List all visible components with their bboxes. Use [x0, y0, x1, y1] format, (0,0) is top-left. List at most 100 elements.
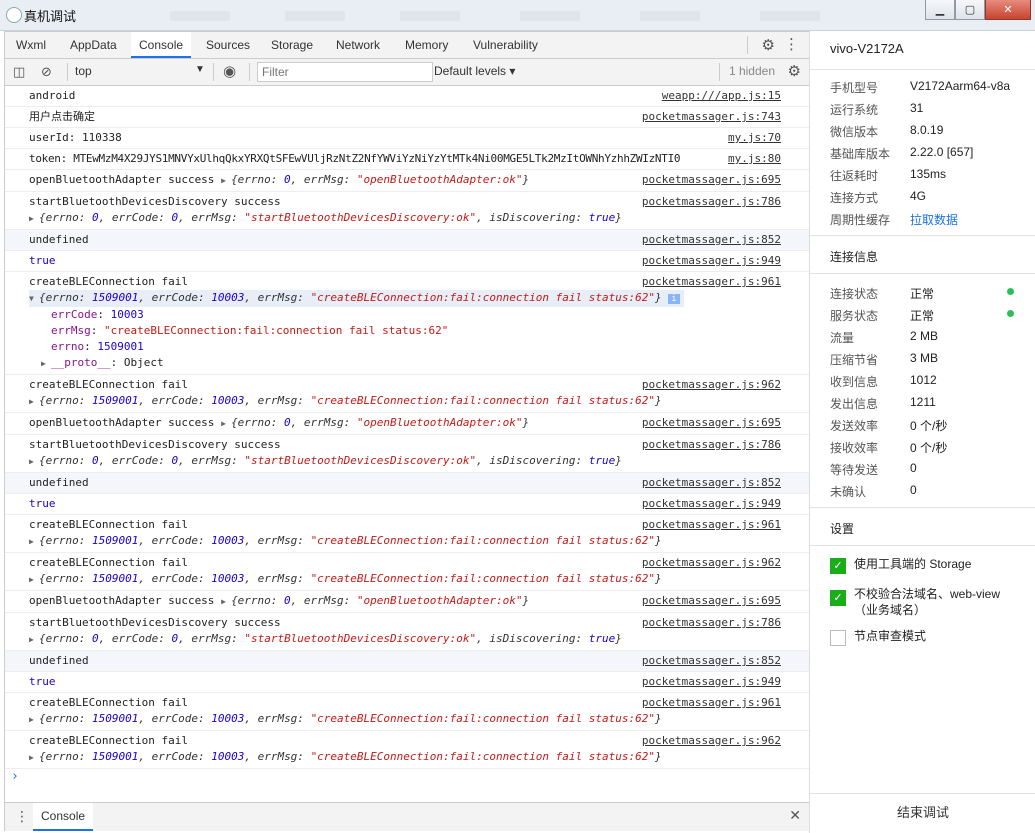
conn-key: 发出信息	[830, 397, 879, 411]
tab-vulnerability[interactable]: Vulnerability	[465, 32, 546, 58]
tab-appdata[interactable]: AppData	[62, 32, 125, 58]
log-object[interactable]: {errno: 0, errMsg: "openBluetoothAdapter…	[231, 173, 529, 186]
console-settings-icon[interactable]: ⚙	[788, 62, 801, 80]
tab-sources[interactable]: Sources	[198, 32, 258, 58]
eye-icon[interactable]: ◉	[223, 62, 236, 80]
source-link[interactable]: pocketmassager.js:962	[642, 377, 781, 393]
context-selector[interactable]: top	[75, 64, 92, 78]
info-row: 运行系统 31	[830, 101, 1030, 118]
expand-triangle-icon[interactable]: ▶	[221, 173, 231, 189]
source-link[interactable]: pocketmassager.js:695	[642, 172, 781, 188]
drawer-menu-icon[interactable]: ⋮	[15, 808, 29, 825]
divider	[810, 273, 1035, 274]
collapse-triangle-icon[interactable]: ▼	[29, 291, 39, 307]
source-link[interactable]: pocketmassager.js:961	[642, 274, 781, 290]
node-inspect-checkbox[interactable]	[830, 630, 846, 646]
conn-row: 服务状态 正常	[830, 307, 1030, 324]
expand-triangle-icon[interactable]: ▶	[29, 572, 39, 588]
source-link[interactable]: pocketmassager.js:949	[642, 674, 781, 690]
source-link[interactable]: pocketmassager.js:949	[642, 253, 781, 269]
source-link[interactable]: pocketmassager.js:786	[642, 615, 781, 631]
source-link[interactable]: pocketmassager.js:961	[642, 517, 781, 533]
tab-console[interactable]: Console	[131, 32, 192, 58]
maximize-button[interactable]: ▢	[955, 0, 985, 20]
log-object[interactable]: {errno: 0, errCode: 0, errMsg: "startBlu…	[39, 211, 622, 224]
log-object[interactable]: {errno: 1509001, errCode: 10003, errMsg:…	[39, 572, 662, 585]
toggle-sidebar-icon[interactable]: ◫	[13, 64, 25, 80]
expand-triangle-icon[interactable]: ▶	[221, 416, 231, 432]
info-key: 手机型号	[830, 81, 879, 95]
log-object[interactable]: {errno: 1509001, errCode: 10003, errMsg:…	[39, 534, 662, 547]
expand-triangle-icon[interactable]: ▶	[41, 356, 51, 372]
source-link[interactable]: pocketmassager.js:962	[642, 733, 781, 749]
console-row: startBluetoothDevicesDiscovery success ▶{…	[5, 435, 809, 473]
dropdown-arrow-icon[interactable]: ▼	[195, 64, 205, 75]
tab-storage[interactable]: Storage	[263, 32, 321, 58]
source-link[interactable]: pocketmassager.js:695	[642, 593, 781, 609]
minimize-button[interactable]: ▁	[925, 0, 955, 20]
filter-input[interactable]	[257, 62, 433, 82]
more-vertical-icon[interactable]: ⋮	[784, 35, 799, 53]
expand-triangle-icon[interactable]: ▶	[29, 394, 39, 410]
log-object[interactable]: {errno: 0, errMsg: "openBluetoothAdapter…	[231, 594, 529, 607]
conn-row: 发送效率 0 个/秒	[830, 417, 1030, 434]
source-link[interactable]: my.js:80	[728, 151, 781, 167]
source-link[interactable]: pocketmassager.js:786	[642, 437, 781, 453]
source-link[interactable]: my.js:70	[728, 130, 781, 146]
log-object[interactable]: {errno: 1509001, errCode: 10003, errMsg:…	[39, 394, 662, 407]
hidden-count: 1 hidden	[728, 64, 775, 78]
log-levels-label: Default levels	[434, 64, 507, 78]
status-dot-icon	[1007, 310, 1014, 317]
gear-icon[interactable]: ⚙	[762, 36, 775, 54]
tab-memory[interactable]: Memory	[397, 32, 456, 58]
expanded-object-header[interactable]: ▼ {errno: 1509001, errCode: 10003, errMsg…	[29, 290, 684, 307]
source-link[interactable]: pocketmassager.js:852	[642, 653, 781, 669]
source-link[interactable]: pocketmassager.js:852	[642, 232, 781, 248]
source-link[interactable]: pocketmassager.js:949	[642, 496, 781, 512]
tab-network[interactable]: Network	[328, 32, 388, 58]
log-object[interactable]: {errno: 0, errCode: 0, errMsg: "startBlu…	[39, 632, 622, 645]
source-link[interactable]: pocketmassager.js:695	[642, 415, 781, 431]
drawer-tab-console[interactable]: Console	[33, 803, 94, 831]
conn-row: 收到信息 1012	[830, 373, 1030, 390]
log-object[interactable]: {errno: 1509001, errCode: 10003, errMsg:…	[39, 750, 662, 763]
info-row: 基础库版本 2.22.0 [657]	[830, 145, 1030, 162]
conn-row: 未确认 0	[830, 483, 1030, 500]
log-text: undefined	[29, 654, 89, 667]
fetch-data-link[interactable]: 拉取数据	[910, 211, 958, 228]
close-drawer-icon[interactable]: ✕	[789, 807, 801, 824]
tab-wxml[interactable]: Wxml	[8, 32, 54, 58]
expand-triangle-icon[interactable]: ▶	[29, 750, 39, 766]
source-link[interactable]: pocketmassager.js:852	[642, 475, 781, 491]
conn-row: 等待发送 0	[830, 461, 1030, 478]
source-link[interactable]: pocketmassager.js:743	[642, 109, 781, 125]
source-link[interactable]: pocketmassager.js:962	[642, 555, 781, 571]
expand-triangle-icon[interactable]: ▶	[29, 211, 39, 227]
clear-console-icon[interactable]: ⊘	[41, 64, 52, 80]
source-link[interactable]: pocketmassager.js:961	[642, 695, 781, 711]
end-debug-button[interactable]: 结束调试	[810, 793, 1035, 832]
console-output[interactable]: android weapp:///app.js:15 用户点击确定 pocketma…	[5, 86, 809, 800]
domain-check-checkbox[interactable]: ✓	[830, 590, 846, 606]
console-row: true pocketmassager.js:949	[5, 251, 809, 272]
log-text: startBluetoothDevicesDiscovery success	[29, 616, 281, 629]
expand-triangle-icon[interactable]: ▶	[29, 632, 39, 648]
console-prompt-row[interactable]: ›	[5, 769, 809, 791]
storage-checkbox[interactable]: ✓	[830, 558, 846, 574]
log-text: createBLEConnection fail	[29, 696, 188, 709]
source-link[interactable]: pocketmassager.js:786	[642, 194, 781, 210]
devtools-panel: Wxml AppData Console Sources Storage Net…	[4, 31, 810, 831]
log-object[interactable]: {errno: 1509001, errCode: 10003, errMsg:…	[39, 712, 662, 725]
console-row: true pocketmassager.js:949	[5, 672, 809, 693]
expand-triangle-icon[interactable]: ▶	[29, 454, 39, 470]
log-object[interactable]: {errno: 0, errCode: 0, errMsg: "startBlu…	[39, 454, 622, 467]
expand-triangle-icon[interactable]: ▶	[29, 534, 39, 550]
source-link[interactable]: weapp:///app.js:15	[662, 88, 781, 104]
close-button[interactable]: ✕	[985, 0, 1031, 20]
expand-triangle-icon[interactable]: ▶	[221, 594, 231, 610]
log-object[interactable]: {errno: 0, errMsg: "openBluetoothAdapter…	[231, 416, 529, 429]
log-string: "startBluetoothDevicesDiscovery:ok"	[244, 211, 477, 224]
log-text: startBluetoothDevicesDiscovery success	[29, 438, 281, 451]
log-levels-dropdown[interactable]: Default levels ▾	[434, 64, 515, 78]
expand-triangle-icon[interactable]: ▶	[29, 712, 39, 728]
